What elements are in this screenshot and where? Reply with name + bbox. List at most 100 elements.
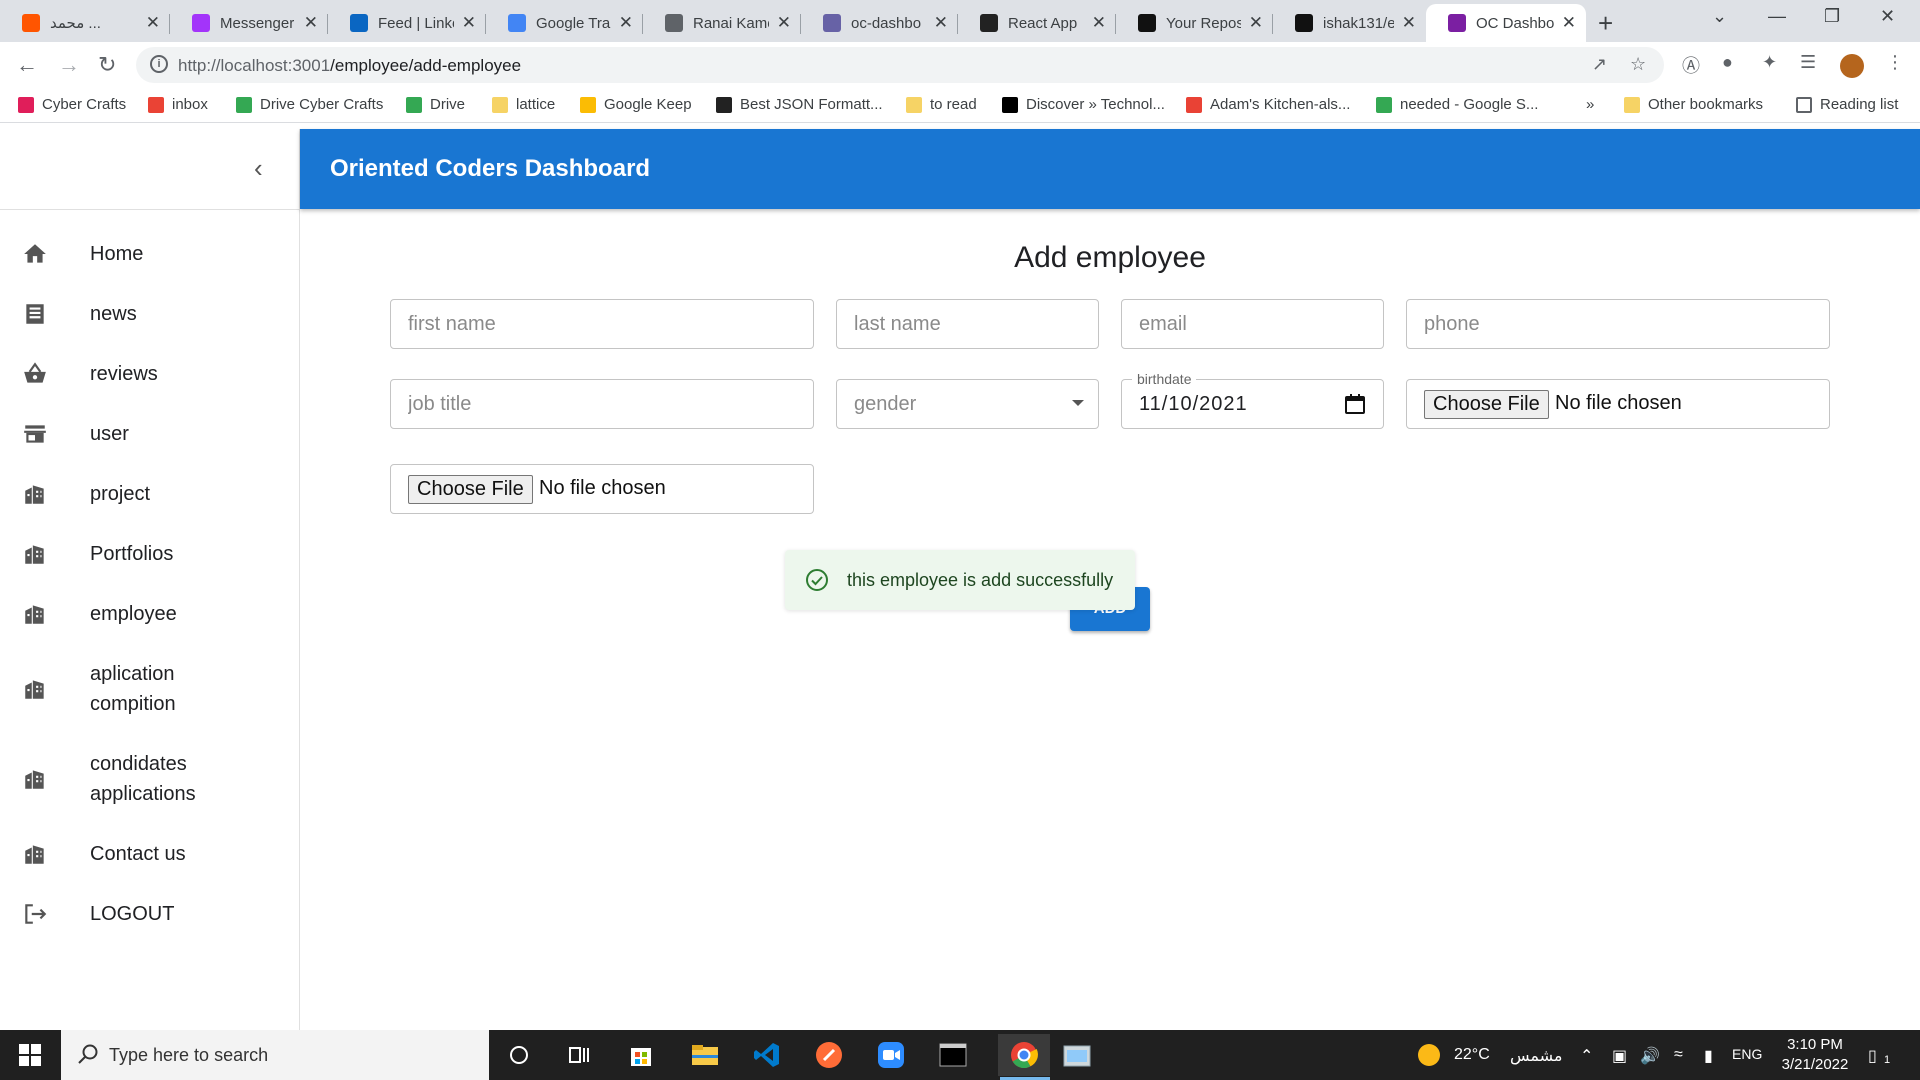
first-name-field[interactable]	[390, 299, 814, 349]
close-tab-icon[interactable]: ✕	[1402, 13, 1416, 33]
job-title-field[interactable]	[390, 379, 814, 429]
bookmark-item[interactable]: inbox	[148, 96, 208, 113]
close-tab-icon[interactable]: ✕	[1092, 13, 1106, 33]
tray-chevron-up-icon[interactable]: ⌃	[1580, 1046, 1593, 1066]
last-name-field[interactable]	[836, 299, 1099, 349]
site-info-icon[interactable]: i	[150, 55, 168, 73]
close-tab-icon[interactable]: ✕	[777, 13, 791, 33]
address-bar[interactable]: i http://localhost:3001/employee/add-emp…	[136, 47, 1664, 83]
browser-tab[interactable]: oc-dashbo ✕	[801, 4, 958, 42]
menu-icon[interactable]: ⋮	[1886, 52, 1904, 73]
job-title-input[interactable]	[391, 380, 813, 428]
close-window-button[interactable]: ✕	[1880, 6, 1895, 27]
new-tab-button[interactable]: +	[1598, 8, 1613, 39]
extensions-puzzle-icon[interactable]: ✦	[1762, 52, 1777, 73]
media-control-icon[interactable]: ☰	[1800, 52, 1816, 73]
maximize-button[interactable]: ❐	[1824, 6, 1840, 27]
sidebar-item-portfolios[interactable]: Portfolios	[0, 529, 299, 579]
bookmark-item[interactable]: Adam's Kitchen-als...	[1186, 96, 1350, 113]
back-button[interactable]: ←	[16, 52, 38, 78]
clock[interactable]: 3:10 PM 3/21/2022	[1770, 1035, 1860, 1075]
sidebar-collapse-button[interactable]: ‹	[0, 129, 299, 210]
notifications-icon[interactable]: ▯	[1868, 1046, 1877, 1066]
reload-button[interactable]: ↻	[98, 52, 116, 78]
browser-tab[interactable]: Feed | Linke ✕	[328, 4, 486, 42]
battery-icon[interactable]: ▮	[1704, 1046, 1713, 1066]
sidebar-item-condidates-applications[interactable]: condidates applications	[0, 739, 299, 819]
sidebar-item-aplication-compition[interactable]: aplication compition	[0, 649, 299, 729]
sidebar-item-user[interactable]: user	[0, 409, 299, 459]
cortana-icon[interactable]	[502, 1038, 536, 1072]
birthdate-value[interactable]: 11/10/2021	[1139, 393, 1248, 416]
extension-profile-icon[interactable]: ●	[1722, 52, 1733, 73]
email-input[interactable]	[1122, 300, 1383, 348]
close-tab-icon[interactable]: ✕	[462, 13, 476, 33]
weather-temp[interactable]: 22°C	[1454, 1046, 1490, 1064]
chrome-icon[interactable]	[998, 1034, 1050, 1076]
browser-tab[interactable]: ishak131/e ✕	[1273, 4, 1426, 42]
first-name-input[interactable]	[391, 300, 813, 348]
other-bookmarks[interactable]: Other bookmarks	[1624, 96, 1763, 113]
windows-start-icon[interactable]	[13, 1038, 47, 1072]
cv-choose-file-button[interactable]: Choose File	[1424, 390, 1549, 419]
share-icon[interactable]: ↗	[1592, 54, 1607, 75]
sidebar-item-news[interactable]: news	[0, 289, 299, 339]
bookmark-item[interactable]: Discover » Technol...	[1002, 96, 1165, 113]
wifi-icon[interactable]: ≈	[1674, 1046, 1683, 1064]
close-tab-icon[interactable]: ✕	[1249, 13, 1263, 33]
browser-tab[interactable]: Messenger ✕	[170, 4, 328, 42]
bookmark-item[interactable]: to read	[906, 96, 977, 113]
birthdate-field[interactable]: birthdate 11/10/2021	[1121, 371, 1384, 429]
gender-select[interactable]: gender	[836, 379, 1099, 429]
calendar-icon[interactable]	[1343, 392, 1367, 421]
browser-tab[interactable]: Your Reposi ✕	[1116, 4, 1273, 42]
bookmark-item[interactable]: Drive	[406, 96, 465, 113]
zoom-icon[interactable]	[874, 1038, 908, 1072]
sidebar-item-contact-us[interactable]: Contact us	[0, 829, 299, 879]
browser-tab[interactable]: OC Dashbo ✕	[1426, 4, 1586, 42]
bookmark-item[interactable]: Drive Cyber Crafts	[236, 96, 383, 113]
sidebar-item-project[interactable]: project	[0, 469, 299, 519]
sidebar-item-home[interactable]: Home	[0, 229, 299, 279]
phone-input[interactable]	[1407, 300, 1829, 348]
volume-icon[interactable]: 🔊	[1640, 1046, 1660, 1066]
bookmark-star-icon[interactable]: ☆	[1630, 54, 1646, 75]
minimize-button[interactable]: —	[1768, 6, 1786, 27]
avatar-choose-file-button[interactable]: Choose File	[408, 475, 533, 504]
close-tab-icon[interactable]: ✕	[304, 13, 318, 33]
weather-text[interactable]: مشمس	[1510, 1046, 1563, 1066]
tray-device-icon[interactable]: ▣	[1612, 1046, 1627, 1066]
bookmark-item[interactable]: Google Keep	[580, 96, 692, 113]
microsoft-store-icon[interactable]	[624, 1038, 658, 1072]
browser-tab[interactable]: React App ✕	[958, 4, 1116, 42]
app-window-icon[interactable]	[1060, 1038, 1094, 1072]
vscode-icon[interactable]	[750, 1038, 784, 1072]
bookmark-item[interactable]: needed - Google S...	[1376, 96, 1538, 113]
bookmark-item[interactable]: lattice	[492, 96, 555, 113]
task-view-icon[interactable]	[562, 1038, 596, 1072]
tab-search-icon[interactable]: ⌄	[1712, 6, 1727, 27]
browser-tab[interactable]: محمد ... ✕	[0, 4, 170, 42]
browser-tab[interactable]: Google Tran ✕	[486, 4, 643, 42]
avatar-file-field[interactable]: av Choose File No file chosen	[390, 464, 814, 514]
sidebar-item-logout[interactable]: LOGOUT	[0, 889, 299, 939]
reading-list[interactable]: Reading list	[1796, 96, 1898, 113]
postman-icon[interactable]	[812, 1038, 846, 1072]
close-tab-icon[interactable]: ✕	[934, 13, 948, 33]
sidebar-item-reviews[interactable]: reviews	[0, 349, 299, 399]
extension-a-icon[interactable]: Ⓐ	[1682, 52, 1700, 78]
cv-file-field[interactable]: c Choose File No file chosen	[1406, 379, 1830, 429]
last-name-input[interactable]	[837, 300, 1098, 348]
language-indicator[interactable]: ENG	[1732, 1046, 1762, 1062]
taskbar-search[interactable]: Type here to search	[61, 1030, 489, 1080]
terminal-icon[interactable]	[936, 1038, 970, 1072]
bookmark-item[interactable]: Cyber Crafts	[18, 96, 126, 113]
email-field[interactable]	[1121, 299, 1384, 349]
phone-field[interactable]	[1406, 299, 1830, 349]
bookmark-item[interactable]: Best JSON Formatt...	[716, 96, 883, 113]
avatar[interactable]	[1840, 54, 1864, 78]
browser-tab[interactable]: Ranai Kame ✕	[643, 4, 801, 42]
sidebar-item-employee[interactable]: employee	[0, 589, 299, 639]
forward-button[interactable]: →	[58, 52, 80, 78]
close-tab-icon[interactable]: ✕	[619, 13, 633, 33]
